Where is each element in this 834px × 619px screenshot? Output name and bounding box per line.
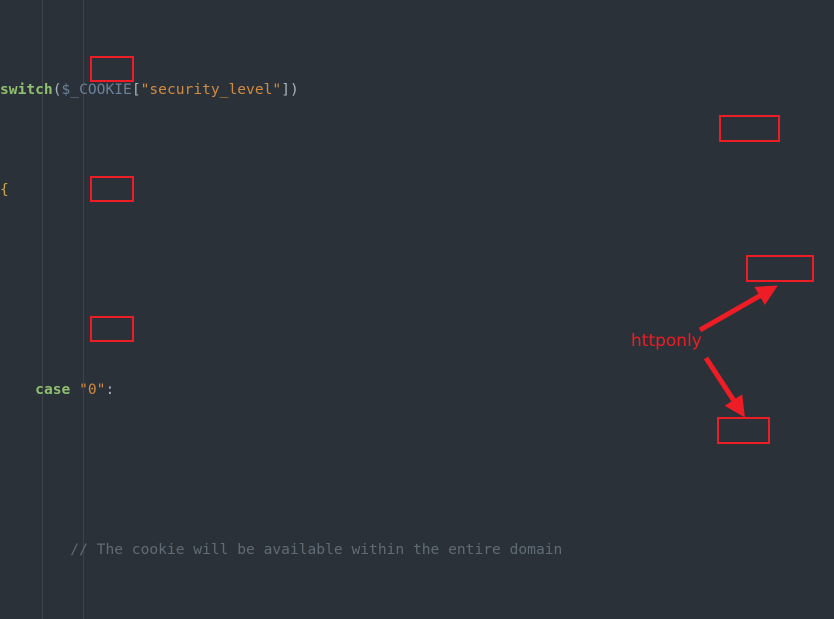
variable-cookie: $_COOKIE xyxy=(61,81,132,98)
code-line-blank-2 xyxy=(0,460,834,480)
code-editor-view[interactable]: switch($_COOKIE["security_level"]) { cas… xyxy=(0,0,834,619)
annotation-label-httponly: httponly xyxy=(631,331,702,351)
keyword-switch: switch xyxy=(0,81,53,98)
comment-case-0-domain: // The cookie will be available within t… xyxy=(70,541,563,558)
case-0-value: "0" xyxy=(79,381,106,398)
paren-open: ( xyxy=(52,81,62,98)
colon-case-0: : xyxy=(105,381,115,398)
bracket-close: ] xyxy=(281,81,290,98)
paren-close: ) xyxy=(290,81,299,98)
code-line-case-0: case "0": xyxy=(0,380,834,400)
string-security-level: "security_level" xyxy=(140,81,282,98)
code-line-case-0-comment: // The cookie will be available within t… xyxy=(0,540,834,560)
code-line-blank-1 xyxy=(0,280,834,300)
code-line-brace-open: { xyxy=(0,180,834,200)
bracket-open: [ xyxy=(131,81,141,98)
brace-open: { xyxy=(0,181,9,198)
keyword-case-0: case xyxy=(35,381,71,398)
code-content[interactable]: switch($_COOKIE["security_level"]) { cas… xyxy=(0,0,834,619)
code-line-switch: switch($_COOKIE["security_level"]) xyxy=(0,80,834,100)
